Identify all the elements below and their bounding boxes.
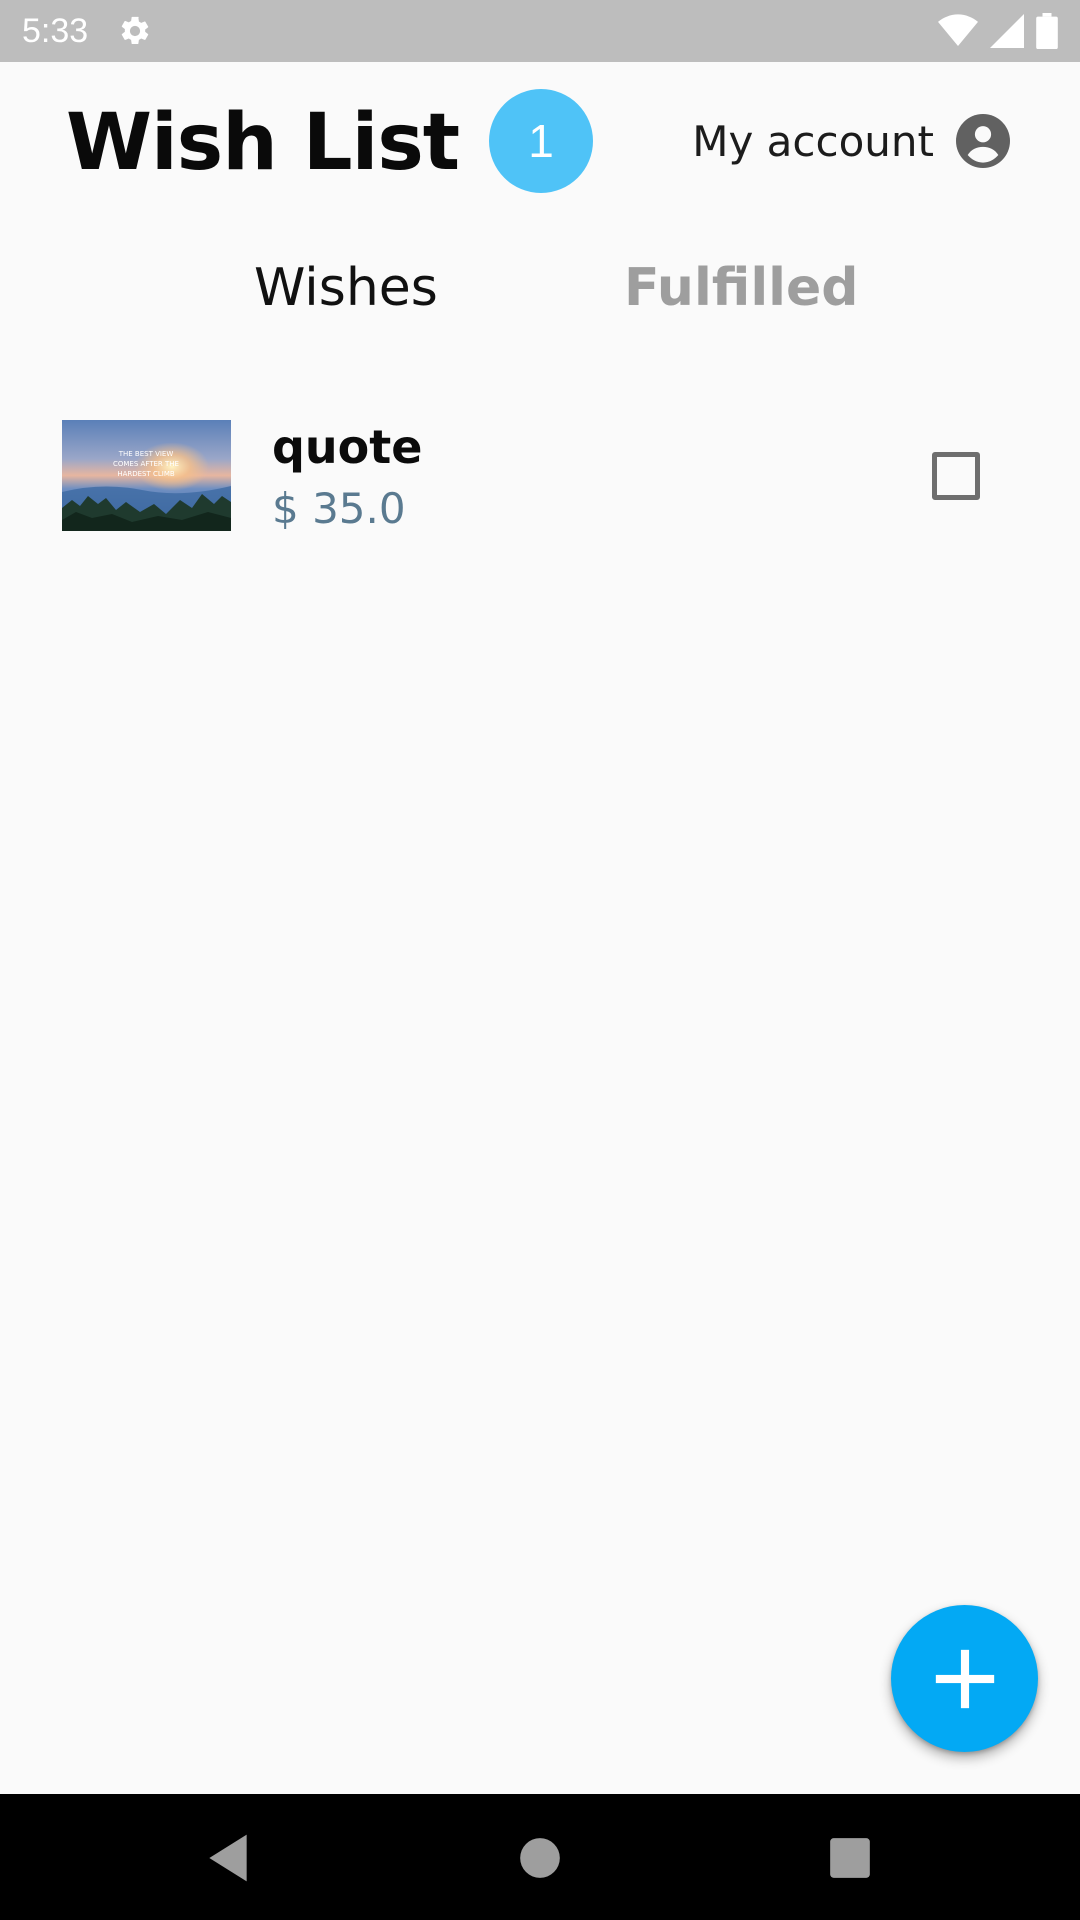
status-time: 5:33	[22, 11, 89, 50]
fulfilled-checkbox[interactable]	[932, 452, 980, 500]
status-bar: 5:33	[0, 0, 1080, 62]
thumbnail-caption-line-2: COMES AFTER THE	[113, 460, 179, 468]
tab-wishes[interactable]: Wishes	[254, 258, 438, 318]
app-header: Wish List 1 My account	[0, 62, 1080, 222]
system-nav-bar	[0, 1794, 1080, 1920]
gear-icon	[121, 16, 149, 45]
thumbnail-caption-line-1: THE BEST VIEW	[118, 450, 174, 458]
my-account-button[interactable]: My account	[692, 114, 1010, 168]
plus-icon	[935, 1649, 994, 1708]
tab-bar: Wishes Fulfilled	[0, 250, 1080, 340]
wish-name: quote	[272, 420, 423, 474]
recents-icon[interactable]	[822, 1830, 878, 1886]
add-wish-button[interactable]	[891, 1605, 1038, 1752]
page-title: Wish List	[66, 98, 460, 188]
home-icon[interactable]	[512, 1830, 568, 1886]
tab-fulfilled[interactable]: Fulfilled	[624, 258, 858, 318]
wish-price: $ 35.0	[272, 484, 406, 533]
wish-list-item[interactable]: THE BEST VIEW COMES AFTER THE HARDEST CL…	[62, 420, 1022, 533]
status-icons	[938, 13, 1058, 49]
wifi-icon	[938, 14, 978, 47]
back-icon[interactable]	[200, 1830, 256, 1886]
battery-icon	[1036, 13, 1058, 49]
signal-icon	[990, 14, 1024, 48]
account-circle-icon	[956, 114, 1010, 168]
my-account-label: My account	[692, 116, 934, 166]
wish-thumbnail: THE BEST VIEW COMES AFTER THE HARDEST CL…	[62, 420, 231, 531]
wish-count-badge: 1	[489, 89, 593, 193]
thumbnail-caption-line-3: HARDEST CLIMB	[117, 470, 175, 478]
